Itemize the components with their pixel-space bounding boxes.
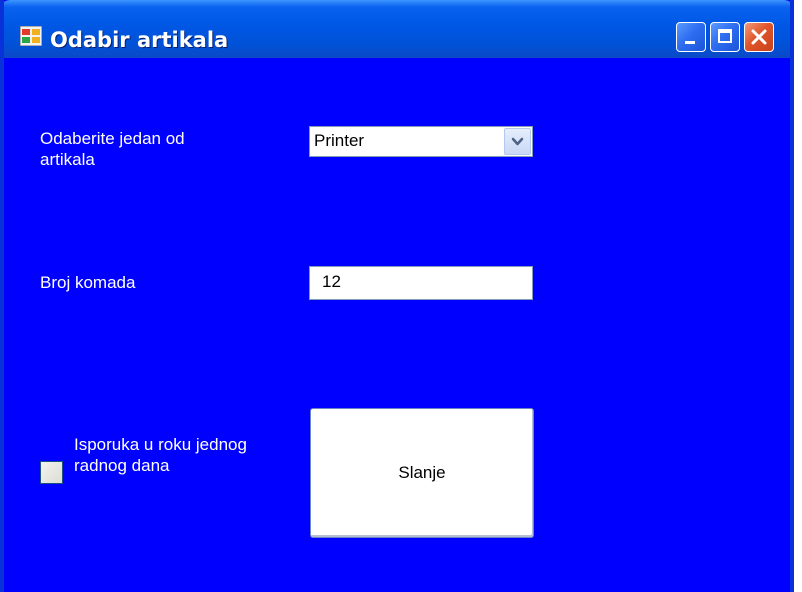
- quantity-label: Broj komada: [40, 273, 136, 292]
- maximize-icon: [718, 29, 732, 43]
- minimize-button[interactable]: [676, 22, 706, 52]
- close-button[interactable]: [744, 22, 774, 52]
- send-button[interactable]: Slanje: [310, 408, 534, 538]
- article-label: Odaberite jedan od artikala: [40, 129, 185, 169]
- app-window: Odabir artikala Odaberite jedan od artik…: [0, 0, 794, 592]
- delivery-checkbox-label[interactable]: Isporuka u roku jednog radnog dana: [74, 434, 254, 476]
- close-icon: [751, 29, 767, 45]
- app-window-icon[interactable]: [19, 25, 43, 47]
- article-combobox[interactable]: Printer: [309, 126, 533, 157]
- chevron-down-icon: [511, 137, 524, 146]
- minimize-icon: [685, 41, 695, 44]
- window-title: Odabir artikala: [50, 28, 229, 52]
- delivery-checkbox[interactable]: [40, 461, 63, 484]
- maximize-button[interactable]: [710, 22, 740, 52]
- quantity-input[interactable]: 12: [309, 266, 533, 300]
- dropdown-button[interactable]: [504, 128, 531, 155]
- article-selected-value: Printer: [314, 131, 365, 150]
- title-bar[interactable]: Odabir artikala: [4, 0, 790, 58]
